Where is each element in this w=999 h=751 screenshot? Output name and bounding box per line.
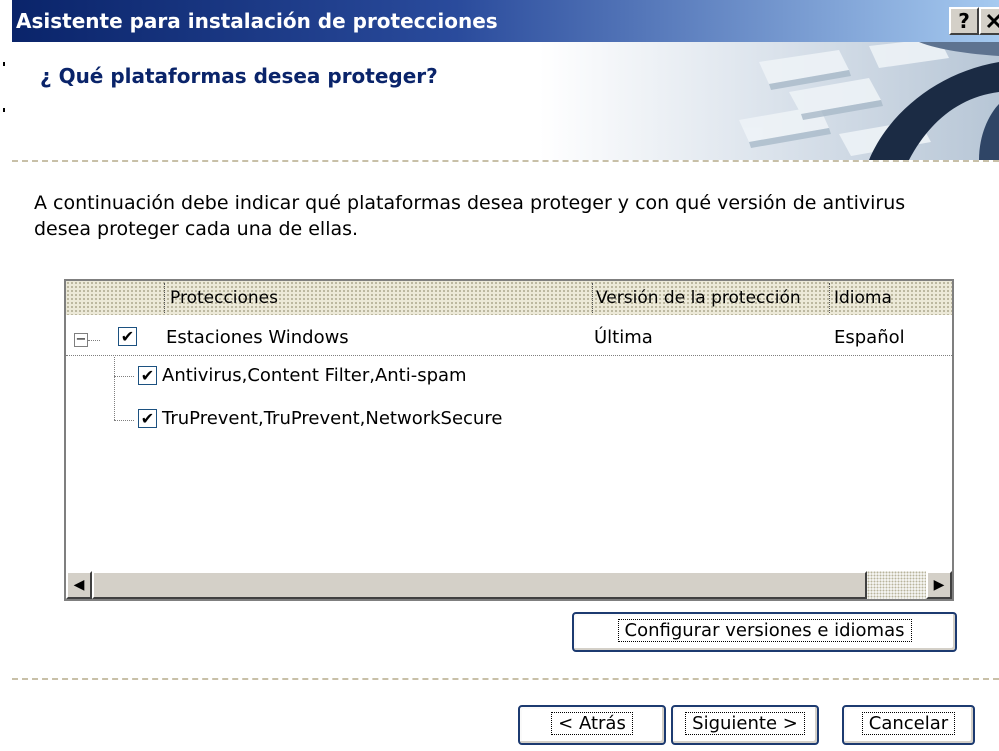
collapse-icon[interactable]: − — [74, 333, 88, 347]
list-row-estaciones-windows[interactable]: − ✔ Estaciones Windows Última Español — [66, 319, 952, 356]
header-artwork — [539, 42, 999, 160]
configure-versions-button[interactable]: Configurar versiones e idiomas — [572, 612, 957, 652]
wizard-header: ¿ Qué plataformas desea proteger? — [12, 42, 999, 160]
checkbox-antivirus[interactable]: ✔ — [138, 366, 157, 385]
row-label: Antivirus,Content Filter,Anti-spam — [162, 365, 467, 386]
row-label: Estaciones Windows — [166, 327, 349, 348]
horizontal-scrollbar[interactable]: ◀ ▶ — [66, 571, 952, 599]
cancel-button[interactable]: Cancelar — [842, 705, 975, 745]
title-bar[interactable]: Asistente para instalación de proteccion… — [12, 0, 999, 42]
column-header-version[interactable]: Versión de la protección — [596, 281, 828, 315]
footer-separator — [12, 678, 999, 680]
edge-mark — [3, 62, 5, 66]
edge-mark — [3, 108, 5, 112]
window-left-edge — [0, 0, 12, 751]
column-separator — [829, 283, 830, 313]
column-separator — [164, 283, 165, 313]
tree-line — [114, 376, 134, 377]
page-question: ¿ Qué plataformas desea proteger? — [40, 64, 438, 88]
button-label: Configurar versiones e idiomas — [617, 619, 912, 642]
scroll-thumb[interactable] — [92, 571, 867, 599]
list-row-antivirus[interactable]: ✔ Antivirus,Content Filter,Anti-spam — [66, 359, 952, 395]
next-button[interactable]: Siguiente > — [671, 705, 819, 745]
scroll-track[interactable] — [867, 571, 926, 599]
list-header: Protecciones Versión de la protección Id… — [66, 281, 952, 315]
row-label: TruPrevent,TruPrevent,NetworkSecure — [162, 408, 503, 429]
row-language: Español — [834, 327, 905, 348]
checkbox-estaciones-windows[interactable]: ✔ — [118, 327, 137, 346]
back-button[interactable]: < Atrás — [518, 705, 666, 745]
row-version: Última — [594, 327, 653, 348]
window-title: Asistente para instalación de proteccion… — [16, 9, 498, 33]
protections-list[interactable]: Protecciones Versión de la protección Id… — [64, 279, 954, 601]
tree-line — [114, 420, 134, 421]
button-label: Cancelar — [861, 712, 956, 735]
intro-text: A continuación debe indicar qué platafor… — [34, 192, 906, 240]
column-header-protections[interactable]: Protecciones — [170, 281, 590, 315]
tree-line — [88, 340, 100, 341]
help-button[interactable]: ? — [949, 7, 979, 35]
column-separator — [592, 283, 593, 313]
column-header-language[interactable]: Idioma — [834, 281, 952, 315]
close-icon — [986, 13, 999, 29]
list-row-truprevent[interactable]: ✔ TruPrevent,TruPrevent,NetworkSecure — [66, 399, 952, 435]
header-separator — [12, 160, 999, 162]
button-label: < Atrás — [551, 712, 633, 735]
scroll-right-icon[interactable]: ▶ — [926, 571, 952, 599]
checkbox-truprevent[interactable]: ✔ — [138, 409, 157, 428]
scroll-left-icon[interactable]: ◀ — [66, 571, 92, 599]
close-button[interactable] — [979, 7, 999, 35]
button-label: Siguiente > — [685, 712, 805, 735]
